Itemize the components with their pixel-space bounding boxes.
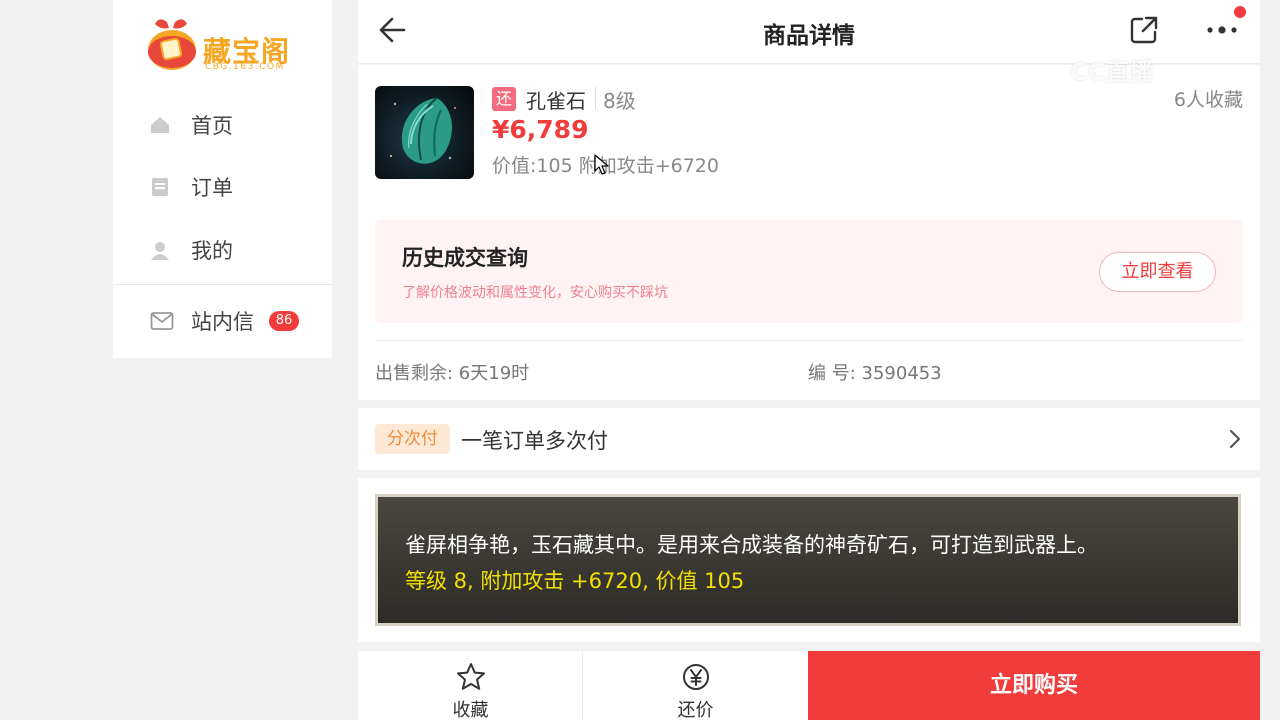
product-detail-page: 商品详情 还 孔雀石 8级 6人收藏 ¥6,789 价值:105 附加攻击+67… <box>358 0 1260 720</box>
product-name: 孔雀石 <box>526 89 586 113</box>
bargain-button[interactable]: 还价 <box>583 651 808 720</box>
product-info-card: 还 孔雀石 8级 6人收藏 ¥6,789 价值:105 附加攻击+6720 历史… <box>358 65 1260 400</box>
description-text: 雀屏相争艳，玉石藏其中。是用来合成装备的神奇矿石，可打造到武器上。 <box>405 533 1098 557</box>
sidebar: 藏宝阁 CBG.163.COM 首页 订单 我的 站内信 86 <box>113 0 332 358</box>
page-title: 商品详情 <box>763 23 855 49</box>
sidebar-item-messages[interactable]: 站内信 <box>113 293 332 349</box>
sidebar-item-label: 我的 <box>191 239 233 263</box>
installment-text: 一笔订单多次付 <box>461 429 608 453</box>
sale-remaining-time: 出售剩余: 6天19时 <box>375 363 530 384</box>
sidebar-item-mine[interactable]: 我的 <box>113 222 332 278</box>
history-trade-banner[interactable]: 历史成交查询 了解价格波动和属性变化，安心购买不踩坑 立即查看 <box>375 220 1243 323</box>
divider <box>375 340 1243 341</box>
sidebar-item-label: 首页 <box>191 114 233 138</box>
history-title: 历史成交查询 <box>402 246 528 270</box>
product-price: ¥6,789 <box>492 115 589 144</box>
star-icon <box>457 663 485 690</box>
notification-dot <box>1234 6 1246 18</box>
sidebar-item-label: 站内信 <box>191 310 254 334</box>
product-thumbnail[interactable] <box>375 86 474 179</box>
chevron-right-icon <box>1229 429 1241 449</box>
divider <box>595 87 596 109</box>
gift-box-icon <box>148 19 196 70</box>
more-options-icon[interactable] <box>1202 14 1242 46</box>
installment-tag: 分次付 <box>375 424 450 454</box>
yen-coin-icon <box>683 664 709 690</box>
favorite-label: 收藏 <box>452 700 489 720</box>
bottom-action-bar: 收藏 还价 立即购买 <box>358 650 1260 720</box>
history-subtitle: 了解价格波动和属性变化，安心购买不踩坑 <box>402 285 668 301</box>
installment-row[interactable]: 分次付 一笔订单多次付 <box>358 408 1260 470</box>
sidebar-item-label: 订单 <box>191 176 233 200</box>
favorite-count: 6人收藏 <box>1173 89 1243 111</box>
share-icon[interactable] <box>1128 14 1160 46</box>
cbg-logo[interactable]: 藏宝阁 CBG.163.COM <box>145 14 305 76</box>
unread-badge: 86 <box>269 311 299 331</box>
sidebar-divider <box>113 284 332 285</box>
watermark-text: CC直播 <box>1070 58 1154 86</box>
order-icon <box>152 178 168 196</box>
serial-number: 编 号: 3590453 <box>808 363 942 384</box>
product-level: 8级 <box>603 89 636 113</box>
user-icon <box>151 242 169 260</box>
peacock-stone-icon <box>390 97 456 164</box>
stream-watermark: CC直播 <box>1070 52 1153 87</box>
mail-icon <box>150 312 174 330</box>
home-icon <box>151 117 169 133</box>
bargain-label: 还价 <box>677 700 714 720</box>
sidebar-item-home[interactable]: 首页 <box>113 97 332 153</box>
mouse-cursor-icon <box>594 154 609 175</box>
description-stats: 等级 8, 附加攻击 +6720, 价值 105 <box>405 569 745 593</box>
view-history-button[interactable]: 立即查看 <box>1099 252 1216 292</box>
sidebar-item-orders[interactable]: 订单 <box>113 159 332 215</box>
item-description-box: 雀屏相争艳，玉石藏其中。是用来合成装备的神奇矿石，可打造到武器上。 等级 8, … <box>375 494 1241 626</box>
item-description-section: 雀屏相争艳，玉石藏其中。是用来合成装备的神奇矿石，可打造到武器上。 等级 8, … <box>358 478 1260 642</box>
logo-subtext: CBG.163.COM <box>205 62 285 72</box>
favorite-button[interactable]: 收藏 <box>358 651 583 720</box>
bargain-tag: 还 <box>492 87 516 111</box>
buy-now-button[interactable]: 立即购买 <box>808 651 1260 720</box>
